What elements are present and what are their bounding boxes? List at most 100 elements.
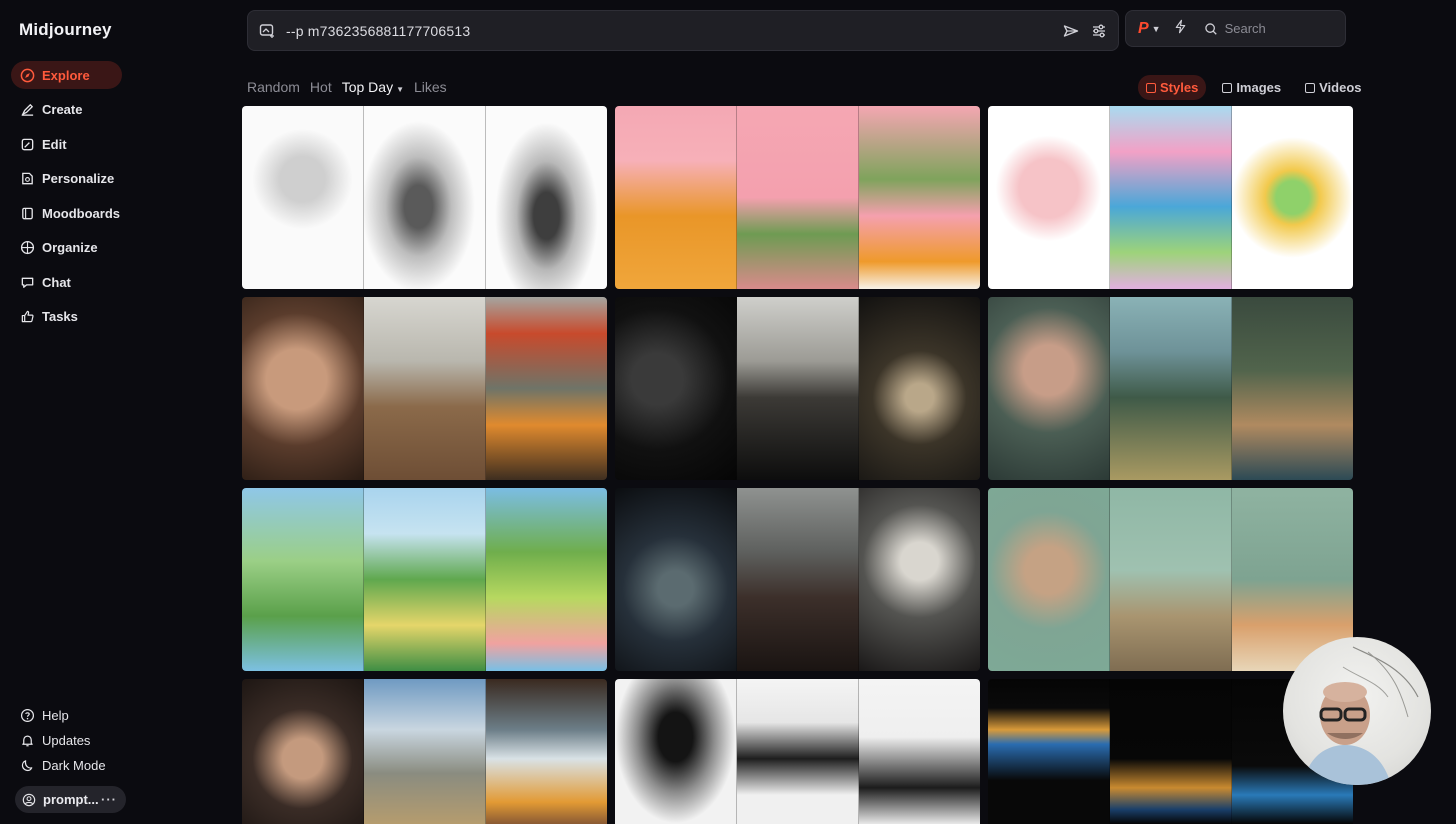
sidebar-item-chat[interactable]: Chat xyxy=(11,268,223,296)
personalization-menu[interactable]: P ▼ xyxy=(1126,11,1167,46)
sidebar-item-label: Moodboards xyxy=(42,205,120,221)
style-image xyxy=(242,488,364,671)
prompt-input[interactable]: --p m7362356881177706513 xyxy=(286,23,1052,39)
style-image xyxy=(737,297,859,480)
style-image xyxy=(859,488,980,671)
tab-images[interactable]: Images xyxy=(1214,75,1289,100)
style-card[interactable] xyxy=(242,488,607,671)
search-box[interactable] xyxy=(1194,11,1351,46)
user-icon xyxy=(22,793,36,807)
tab-videos[interactable]: Videos xyxy=(1297,75,1369,100)
style-image xyxy=(486,106,607,289)
sidebar-item-label: Chat xyxy=(42,274,71,290)
filter-hot[interactable]: Hot xyxy=(310,79,332,95)
sidebar-item-label: Help xyxy=(42,707,69,723)
top-right-controls: P ▼ xyxy=(1125,10,1346,47)
style-card[interactable] xyxy=(988,106,1353,289)
lightning-icon xyxy=(1173,19,1188,39)
style-image xyxy=(859,297,980,480)
sidebar-item-updates[interactable]: Updates xyxy=(11,729,223,751)
chevron-down-icon: ▼ xyxy=(1151,23,1161,34)
style-image xyxy=(486,297,607,480)
sidebar-item-create[interactable]: Create xyxy=(11,96,223,124)
sort-filters: Random Hot Top Day ▼ Likes xyxy=(247,79,447,95)
style-image xyxy=(364,106,486,289)
sidebar-item-tasks[interactable]: Tasks xyxy=(11,303,223,331)
style-image xyxy=(737,679,859,824)
brand-logo[interactable]: Midjourney xyxy=(19,20,112,40)
sidebar-item-organize[interactable]: Organize xyxy=(11,234,223,262)
style-image xyxy=(988,106,1110,289)
compass-icon xyxy=(20,68,35,83)
sidebar-item-edit[interactable]: Edit xyxy=(11,130,223,158)
settings-sliders-icon[interactable] xyxy=(1090,22,1108,40)
profile-name: prompt... xyxy=(43,792,99,807)
video-icon xyxy=(1305,82,1316,93)
speed-mode-button[interactable] xyxy=(1167,11,1194,46)
style-image xyxy=(1110,488,1232,671)
tab-label: Styles xyxy=(1160,80,1199,95)
sidebar-item-explore[interactable]: Explore xyxy=(11,61,122,89)
sidebar-item-label: Dark Mode xyxy=(42,757,106,773)
style-image xyxy=(486,679,607,824)
sidebar-item-label: Explore xyxy=(42,67,90,83)
style-image xyxy=(615,106,737,289)
style-card[interactable] xyxy=(242,679,607,824)
style-card[interactable] xyxy=(988,297,1353,480)
sidebar: Midjourney Explore Create Edit Personali… xyxy=(0,0,232,824)
tab-styles[interactable]: Styles xyxy=(1138,75,1207,100)
main-nav: Explore Create Edit Personalize Moodboar… xyxy=(11,61,223,337)
search-icon xyxy=(1204,22,1218,36)
style-image xyxy=(242,679,364,824)
filter-top-day[interactable]: Top Day ▼ xyxy=(342,79,404,95)
sidebar-item-help[interactable]: Help xyxy=(11,704,223,726)
moodboard-icon xyxy=(20,206,35,221)
style-image xyxy=(1232,297,1353,480)
styles-icon xyxy=(1146,82,1156,93)
style-card[interactable] xyxy=(988,488,1353,671)
filter-likes[interactable]: Likes xyxy=(414,79,447,95)
style-image xyxy=(615,679,737,824)
image-icon xyxy=(1222,82,1233,93)
profile-button[interactable]: prompt... ··· xyxy=(15,786,126,813)
more-options-icon[interactable]: ··· xyxy=(101,792,117,807)
chevron-down-icon: ▼ xyxy=(396,85,404,94)
sidebar-item-personalize[interactable]: Personalize xyxy=(11,165,223,193)
sidebar-item-label: Tasks xyxy=(42,309,78,324)
send-icon[interactable] xyxy=(1062,22,1080,40)
style-image xyxy=(364,679,486,824)
style-image xyxy=(486,488,607,671)
style-image xyxy=(615,488,737,671)
tab-label: Images xyxy=(1236,80,1282,95)
brush-icon xyxy=(20,102,35,117)
style-card[interactable] xyxy=(615,106,980,289)
style-card[interactable] xyxy=(242,297,607,480)
prompt-bar[interactable]: --p m7362356881177706513 xyxy=(247,10,1119,51)
style-image xyxy=(737,106,859,289)
grid-icon xyxy=(20,240,35,255)
style-image xyxy=(364,488,486,671)
style-card[interactable] xyxy=(615,679,980,824)
search-input[interactable] xyxy=(1224,21,1345,36)
style-image xyxy=(242,106,364,289)
personalize-p-icon: P xyxy=(1138,19,1149,37)
style-card[interactable] xyxy=(242,106,607,289)
style-card[interactable] xyxy=(615,297,980,480)
sidebar-item-moodboards[interactable]: Moodboards xyxy=(11,199,223,227)
sidebar-item-label: Organize xyxy=(42,240,98,255)
filter-top-day-label: Top Day xyxy=(341,79,394,95)
filter-random[interactable]: Random xyxy=(247,79,300,95)
style-image xyxy=(1232,106,1353,289)
sidebar-item-label: Edit xyxy=(42,136,67,152)
image-upload-icon[interactable] xyxy=(258,22,276,40)
sidebar-item-dark-mode[interactable]: Dark Mode xyxy=(11,754,223,776)
style-image xyxy=(988,679,1110,824)
chat-icon xyxy=(20,275,35,290)
personalize-icon xyxy=(20,171,35,186)
style-image xyxy=(859,679,980,824)
style-card[interactable] xyxy=(615,488,980,671)
style-image xyxy=(988,488,1110,671)
style-image xyxy=(242,297,364,480)
style-image xyxy=(615,297,737,480)
sidebar-item-label: Personalize xyxy=(42,171,115,186)
